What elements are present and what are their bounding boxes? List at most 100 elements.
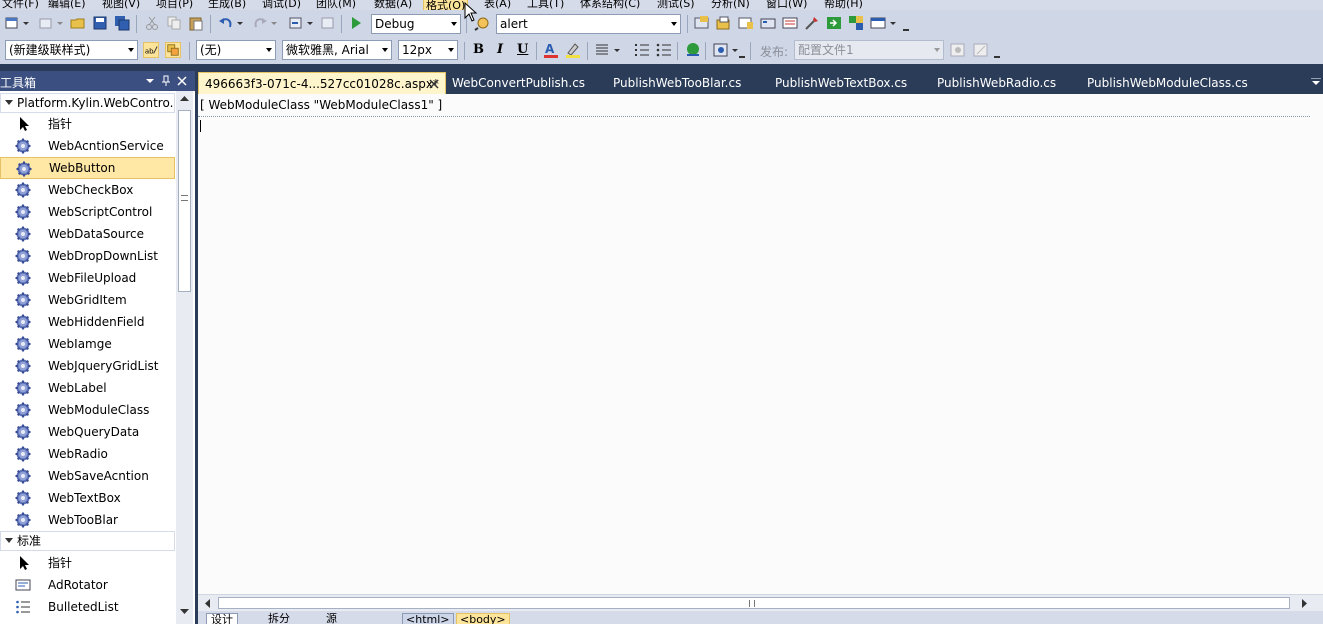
toolbox-item[interactable]: WebAcntionService <box>0 135 175 157</box>
apply-style-icon[interactable] <box>165 42 181 58</box>
toolbox-item[interactable]: WebRadio <box>0 443 175 465</box>
menu-architecture[interactable]: 体系结构(C) <box>580 0 640 10</box>
tab-list-dropdown-icon[interactable] <box>1311 78 1321 86</box>
object-browser-icon[interactable] <box>738 15 754 31</box>
close-icon[interactable] <box>177 76 187 86</box>
menu-help[interactable]: 帮助(H) <box>824 0 863 10</box>
toolbox-item[interactable]: WebLabel <box>0 377 175 399</box>
toolbox-item[interactable]: WebTooBlar <box>0 509 175 531</box>
toolbar-overflow-icon[interactable] <box>903 29 909 34</box>
open-file-icon[interactable] <box>70 15 86 31</box>
menu-table[interactable]: 表(A) <box>484 0 511 10</box>
collapse-triangle-icon[interactable] <box>5 538 13 543</box>
toolbox-item[interactable]: WebTextBox <box>0 487 175 509</box>
toolbox-item[interactable]: AdRotator <box>0 574 175 596</box>
class-view-icon[interactable] <box>848 15 864 31</box>
toolbox-item[interactable]: WebModuleClass <box>0 399 175 421</box>
split-view-button[interactable]: 拆分 <box>264 613 294 624</box>
toolbox-item[interactable]: BulletedList <box>0 596 175 618</box>
find-combo[interactable]: alert <box>496 14 681 34</box>
underline-button[interactable]: U <box>517 42 528 57</box>
navigate-forward-icon[interactable] <box>320 15 336 31</box>
panel-dropdown-icon[interactable] <box>146 77 154 85</box>
highlight-color-icon[interactable] <box>565 42 581 58</box>
save-icon[interactable] <box>92 15 108 31</box>
numbered-list-icon[interactable] <box>634 42 650 58</box>
new-style-icon[interactable]: ab <box>143 42 159 58</box>
toolbox-item[interactable]: WebDataSource <box>0 223 175 245</box>
add-item-icon[interactable] <box>38 15 54 31</box>
scroll-down-icon[interactable] <box>180 609 189 615</box>
toolbar-overflow-icon[interactable] <box>739 56 745 61</box>
dropdown-arrow-icon[interactable] <box>236 15 244 31</box>
tab-publishwebmoduleclass[interactable]: PublishWebModuleClass.cs <box>1081 72 1248 94</box>
close-tab-icon[interactable] <box>429 79 439 89</box>
toolbox-window-icon[interactable] <box>760 15 776 31</box>
tag-crumb-body[interactable]: <body> <box>456 613 510 624</box>
justify-icon[interactable] <box>594 42 610 58</box>
start-page-icon[interactable] <box>782 15 798 31</box>
tab-aspx-designer[interactable]: 496663f3-071c-4...527cc01028c.aspx* <box>198 72 446 94</box>
tab-publishwebtextbox[interactable]: PublishWebTextBox.cs <box>769 72 907 94</box>
toolbox-item[interactable]: WebHiddenField <box>0 311 175 333</box>
menu-project[interactable]: 项目(P) <box>156 0 193 10</box>
toolbar-overflow-icon[interactable] <box>994 56 1000 61</box>
toolbox-item[interactable]: WebSaveAcntion <box>0 465 175 487</box>
publish-profile-select[interactable]: 配置文件1 <box>794 40 944 60</box>
bold-button[interactable]: B <box>473 42 484 57</box>
web-module-class-control[interactable]: [ WebModuleClass "WebModuleClass1" ] <box>198 97 1310 117</box>
dropdown-arrow-icon[interactable] <box>56 15 64 31</box>
toolbox-item[interactable]: WebFileUpload <box>0 267 175 289</box>
menu-team[interactable]: 团队(M) <box>316 0 356 10</box>
publish-settings-icon[interactable] <box>973 42 989 58</box>
dropdown-arrow-icon[interactable] <box>22 15 30 31</box>
block-format-select[interactable]: (无) <box>196 40 276 60</box>
save-all-icon[interactable] <box>114 15 130 31</box>
dropdown-arrow-icon[interactable] <box>270 15 278 31</box>
design-surface[interactable]: [ WebModuleClass "WebModuleClass1" ] <box>198 94 1323 594</box>
font-color-icon[interactable]: A <box>543 42 559 58</box>
menu-debug[interactable]: 调试(D) <box>262 0 301 10</box>
dropdown-arrow-icon[interactable] <box>613 42 621 58</box>
scroll-right-icon[interactable] <box>1302 599 1308 608</box>
tab-webconvertpublish[interactable]: WebConvertPublish.cs <box>446 72 585 94</box>
italic-button[interactable]: I <box>497 42 503 57</box>
toolbox-item[interactable]: WebCheckBox <box>0 179 175 201</box>
properties-window-icon[interactable] <box>715 15 731 31</box>
toolbox-group-standard[interactable]: 标准 <box>0 531 175 551</box>
style-select[interactable]: (新建级联样式) <box>5 40 138 60</box>
publish-web-icon[interactable] <box>950 42 966 58</box>
tab-publishwebtooblar[interactable]: PublishWebTooBlar.cs <box>607 72 741 94</box>
pin-icon[interactable] <box>161 75 171 87</box>
font-family-select[interactable]: 微软雅黑, Arial <box>282 40 392 60</box>
tag-crumb-html[interactable]: <html> <box>402 613 454 624</box>
source-view-button[interactable]: 源 <box>322 613 341 624</box>
toolbox-item[interactable]: WebJqueryGridList <box>0 355 175 377</box>
menu-test[interactable]: 测试(S) <box>657 0 695 10</box>
toolbox-item[interactable]: WebButton <box>0 157 175 179</box>
menu-edit[interactable]: 编辑(E) <box>48 0 86 10</box>
tools-icon[interactable] <box>804 15 820 31</box>
toolbox-item[interactable]: 指针 <box>0 552 175 574</box>
menu-data[interactable]: 数据(A) <box>374 0 412 10</box>
toolbox-group-platform[interactable]: Platform.Kylin.WebContro... <box>0 93 175 113</box>
navigate-backward-icon[interactable] <box>288 15 304 31</box>
toolbox-item[interactable]: WebGridItem <box>0 289 175 311</box>
new-project-icon[interactable] <box>4 15 20 31</box>
toolbox-item[interactable]: 指针 <box>0 113 175 135</box>
menu-format[interactable]: 格式(O) <box>423 0 469 10</box>
menu-tools[interactable]: 工具(T) <box>527 0 564 10</box>
output-window-icon[interactable] <box>870 15 886 31</box>
menu-file[interactable]: 文件(F) <box>2 0 39 10</box>
toolbox-item[interactable]: WebDropDownList <box>0 245 175 267</box>
insert-image-icon[interactable] <box>713 42 729 58</box>
scroll-left-icon[interactable] <box>204 599 210 608</box>
menu-analyze[interactable]: 分析(N) <box>711 0 750 10</box>
toolbox-item[interactable]: WebIamge <box>0 333 175 355</box>
design-view-button[interactable]: 设计 <box>206 613 238 624</box>
solution-config-select[interactable]: Debug <box>371 14 461 34</box>
scroll-up-icon[interactable] <box>180 95 189 101</box>
command-window-icon[interactable] <box>826 15 842 31</box>
bulleted-list-icon[interactable] <box>656 42 672 58</box>
font-size-select[interactable]: 12px <box>398 40 458 60</box>
